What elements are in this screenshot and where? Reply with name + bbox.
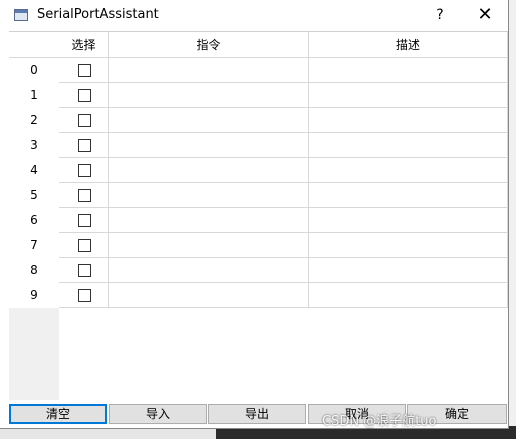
- export-button[interactable]: 导出: [208, 404, 306, 424]
- select-checkbox[interactable]: [78, 89, 91, 102]
- command-cell[interactable]: [109, 258, 309, 283]
- select-cell[interactable]: [59, 83, 109, 108]
- close-button[interactable]: ✕: [468, 3, 502, 27]
- command-cell[interactable]: [109, 208, 309, 233]
- row-header[interactable]: 4: [9, 158, 59, 183]
- column-header-select[interactable]: 选择: [59, 32, 109, 58]
- description-cell[interactable]: [309, 58, 508, 83]
- row-header[interactable]: 9: [9, 283, 59, 308]
- description-cell[interactable]: [309, 158, 508, 183]
- select-cell[interactable]: [59, 108, 109, 133]
- description-cell[interactable]: [309, 233, 508, 258]
- row-header[interactable]: 8: [9, 258, 59, 283]
- description-cell[interactable]: [309, 283, 508, 308]
- row-header[interactable]: 6: [9, 208, 59, 233]
- row-header[interactable]: 3: [9, 133, 59, 158]
- row-header[interactable]: 2: [9, 108, 59, 133]
- column-header-command[interactable]: 指令: [109, 32, 309, 58]
- command-cell[interactable]: [109, 133, 309, 158]
- select-cell[interactable]: [59, 258, 109, 283]
- select-cell[interactable]: [59, 183, 109, 208]
- description-cell[interactable]: [309, 208, 508, 233]
- row-header[interactable]: 5: [9, 183, 59, 208]
- select-checkbox[interactable]: [78, 189, 91, 202]
- select-cell[interactable]: [59, 283, 109, 308]
- select-checkbox[interactable]: [78, 114, 91, 127]
- description-cell[interactable]: [309, 258, 508, 283]
- select-checkbox[interactable]: [78, 139, 91, 152]
- clear-button[interactable]: 清空: [9, 404, 107, 424]
- command-cell[interactable]: [109, 158, 309, 183]
- select-cell[interactable]: [59, 58, 109, 83]
- window-icon: [14, 9, 28, 21]
- select-checkbox[interactable]: [78, 164, 91, 177]
- command-cell[interactable]: [109, 283, 309, 308]
- row-header[interactable]: 0: [9, 58, 59, 83]
- command-cell[interactable]: [109, 58, 309, 83]
- serial-port-dialog: SerialPortAssistant ? ✕ 选择 指令 描述 0 1 2 3 4 5 6 7 8 9…: [0, 0, 509, 429]
- select-checkbox[interactable]: [78, 289, 91, 302]
- description-cell[interactable]: [309, 183, 508, 208]
- command-table: 选择 指令 描述 0 1 2 3 4 5 6 7 8 9: [9, 31, 508, 400]
- description-cell[interactable]: [309, 133, 508, 158]
- column-header-description[interactable]: 描述: [309, 32, 508, 58]
- window-title: SerialPortAssistant: [37, 7, 159, 22]
- command-cell[interactable]: [109, 233, 309, 258]
- row-header[interactable]: 7: [9, 233, 59, 258]
- watermark: CSDN @浪子航tuo: [322, 414, 437, 429]
- select-cell[interactable]: [59, 133, 109, 158]
- command-cell[interactable]: [109, 83, 309, 108]
- select-checkbox[interactable]: [78, 264, 91, 277]
- select-cell[interactable]: [59, 158, 109, 183]
- select-checkbox[interactable]: [78, 64, 91, 77]
- import-button[interactable]: 导入: [109, 404, 207, 424]
- command-cell[interactable]: [109, 183, 309, 208]
- row-header[interactable]: 1: [9, 83, 59, 108]
- row-header-corner: [9, 32, 59, 58]
- description-cell[interactable]: [309, 83, 508, 108]
- select-cell[interactable]: [59, 233, 109, 258]
- select-cell[interactable]: [59, 208, 109, 233]
- help-button[interactable]: ?: [425, 3, 455, 27]
- title-bar: SerialPortAssistant ? ✕: [0, 0, 508, 31]
- description-cell[interactable]: [309, 108, 508, 133]
- select-checkbox[interactable]: [78, 214, 91, 227]
- select-checkbox[interactable]: [78, 239, 91, 252]
- command-cell[interactable]: [109, 108, 309, 133]
